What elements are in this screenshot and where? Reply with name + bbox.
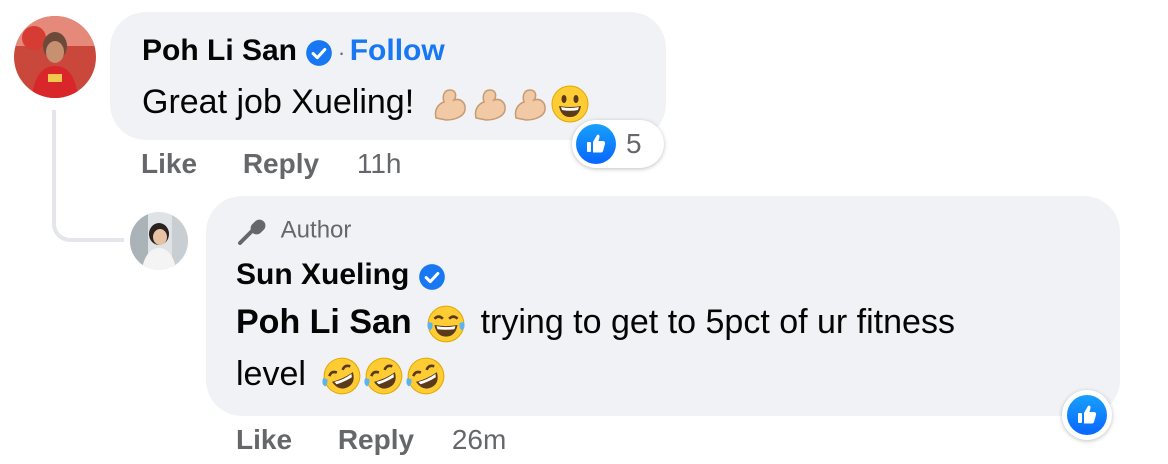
- comment-reaction-summary[interactable]: 5: [572, 120, 664, 168]
- comment-bubble: Poh Li San · Follow Great job Xueling!: [110, 12, 666, 140]
- avatar-photo-icon: [130, 212, 188, 270]
- tears-of-joy-icon: [427, 305, 465, 343]
- comment-timestamp[interactable]: 11h: [357, 148, 402, 179]
- reply-avatar[interactable]: [130, 212, 188, 270]
- reaction-count: 5: [626, 128, 642, 159]
- commenter-avatar[interactable]: [14, 16, 96, 98]
- follow-link[interactable]: Follow: [350, 34, 445, 67]
- microphone-icon: [238, 219, 266, 245]
- reply-bubble: Author Sun Xueling Poh Li San trying to …: [206, 196, 1120, 416]
- reply-text-line-1: trying to get to 5pct of ur fitness: [480, 303, 955, 341]
- reply-reply-button[interactable]: Reply: [338, 424, 414, 455]
- author-badge: Author: [280, 216, 352, 244]
- avatar-photo-icon: [14, 16, 96, 98]
- reply-text-line-2: level: [236, 355, 306, 393]
- comment-like-button[interactable]: Like: [141, 148, 197, 179]
- rolling-laughing-icon: [364, 357, 403, 395]
- flexed-biceps-icon: [434, 89, 466, 121]
- rolling-laughing-icon: [406, 357, 445, 395]
- comment-text: Great job Xueling!: [142, 83, 415, 121]
- reply-like-button[interactable]: Like: [236, 424, 292, 455]
- flexed-biceps-icon: [474, 89, 506, 121]
- like-reaction-icon: [1067, 395, 1107, 435]
- comment-reply-button[interactable]: Reply: [243, 148, 319, 179]
- flexed-biceps-icon: [514, 89, 546, 121]
- reply-mention[interactable]: Poh Li San: [236, 303, 412, 341]
- reply-author[interactable]: Sun Xueling: [236, 258, 409, 291]
- thread-connector: [52, 110, 124, 242]
- follow-separator: ·: [337, 40, 346, 65]
- reply-timestamp[interactable]: 26m: [452, 424, 506, 455]
- like-reaction-icon: [576, 124, 616, 164]
- reply-reaction-summary[interactable]: [1062, 390, 1112, 440]
- grinning-face-icon: [551, 85, 589, 123]
- comment-author[interactable]: Poh Li San: [142, 34, 297, 67]
- rolling-laughing-icon: [322, 357, 361, 395]
- verified-badge-icon: [418, 263, 445, 290]
- verified-badge-icon: [306, 39, 333, 66]
